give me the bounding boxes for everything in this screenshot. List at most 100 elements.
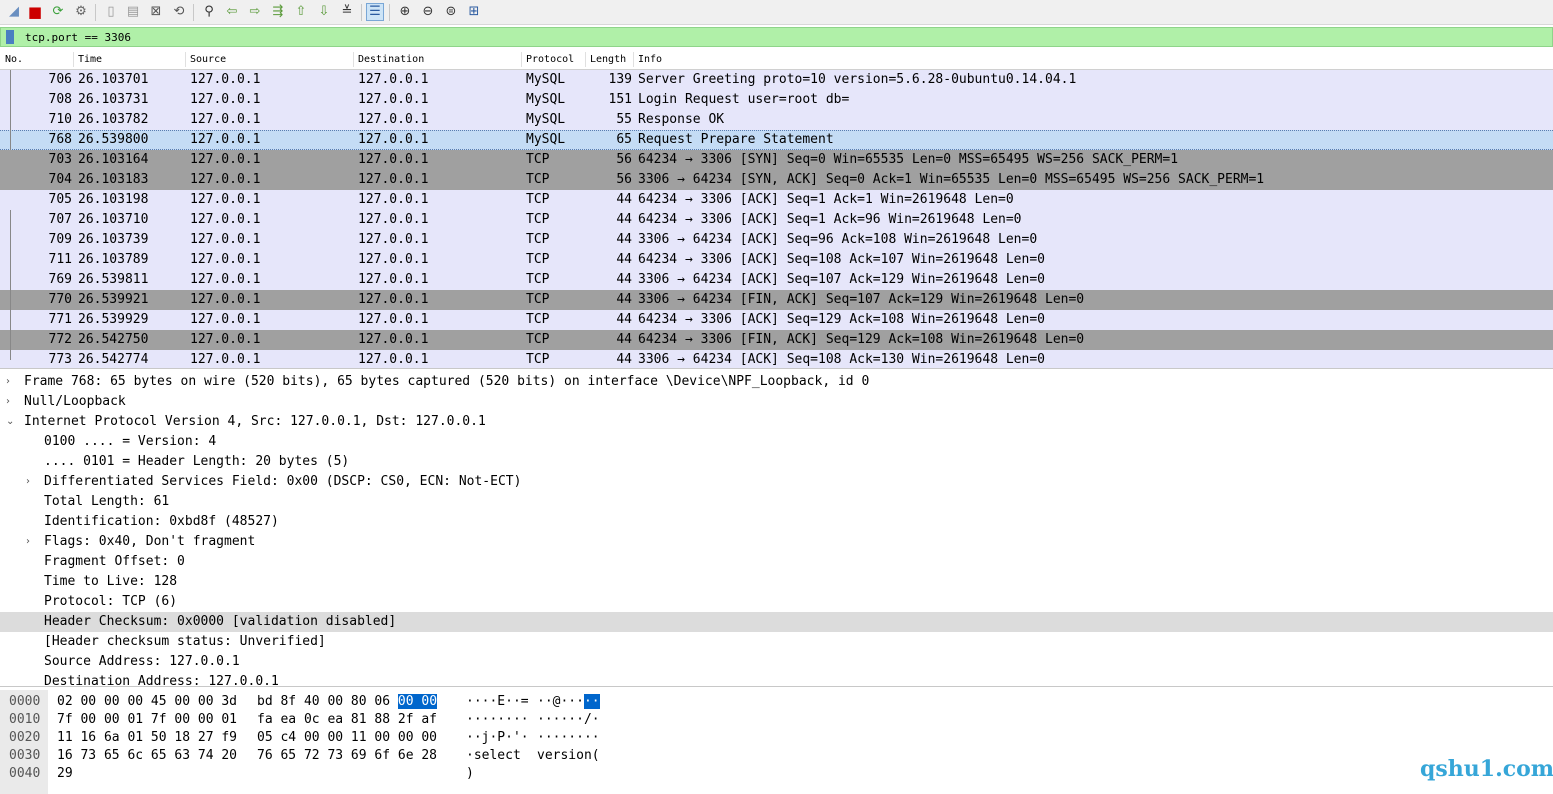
first-icon[interactable]: ⇧ (292, 3, 310, 21)
packet-details[interactable]: › Frame 768: 65 bytes on wire (520 bits),… (0, 372, 1553, 687)
column-header-source[interactable]: Source (190, 52, 354, 67)
expanded-arrow-icon[interactable]: ⌄ (6, 412, 14, 432)
last-icon[interactable]: ⇩ (315, 3, 333, 21)
packet-proto: MySQL (526, 112, 566, 127)
detail-row[interactable]: Header Checksum: 0x0000 [validation disa… (0, 612, 1553, 632)
packet-row[interactable]: 704 26.103183 127.0.0.1 127.0.0.1 TCP 56 3306 … (0, 170, 1553, 190)
back-icon[interactable]: ⇦ (223, 3, 241, 21)
detail-row[interactable]: Identification: 0xbd8f (48527) (0, 512, 1553, 532)
open-icon[interactable]: ▯ (102, 3, 120, 21)
detail-row[interactable]: [Header checksum status: Unverified] (0, 632, 1553, 652)
byte-offset[interactable]: 0040 (9, 765, 40, 783)
hex-bytes[interactable]: 02 00 00 00 45 00 00 3d (57, 693, 237, 711)
hex-bytes[interactable]: 29 (57, 765, 73, 783)
detail-row[interactable]: Fragment Offset: 0 (0, 552, 1553, 572)
byte-offset[interactable]: 0030 (9, 747, 40, 765)
ascii-bytes[interactable]: ········ (466, 711, 529, 729)
collapsed-arrow-icon[interactable]: › (6, 392, 10, 412)
packet-row[interactable]: 705 26.103198 127.0.0.1 127.0.0.1 TCP 44 64234… (0, 190, 1553, 210)
selected-hex-bytes[interactable]: 00 00 (397, 694, 438, 709)
detail-row[interactable]: Protocol: TCP (6) (0, 592, 1553, 612)
shark-fin-icon[interactable]: ◢ (5, 3, 23, 21)
packet-row[interactable]: 707 26.103710 127.0.0.1 127.0.0.1 TCP 44 64234… (0, 210, 1553, 230)
column-header-protocol[interactable]: Protocol (526, 52, 586, 67)
packet-row[interactable]: 773 26.542774 127.0.0.1 127.0.0.1 TCP 44 3306 … (0, 350, 1553, 368)
packet-dst: 127.0.0.1 (358, 172, 429, 187)
bookmark-icon[interactable] (6, 30, 14, 44)
packet-bytes[interactable]: 0000 02 00 00 00 45 00 00 3d bd 8f 40 00 8… (0, 690, 1553, 794)
find-icon[interactable]: ⚲ (200, 3, 218, 21)
resize-columns-icon[interactable]: ⊞ (465, 3, 483, 21)
byte-offset[interactable]: 0010 (9, 711, 40, 729)
zoom-normal-icon[interactable]: ⊜ (442, 3, 460, 21)
hex-bytes[interactable]: bd 8f 40 00 80 06 (257, 694, 390, 709)
ascii-bytes[interactable]: ········ (537, 730, 600, 745)
collapsed-arrow-icon[interactable]: › (6, 372, 10, 392)
packet-row[interactable]: 772 26.542750 127.0.0.1 127.0.0.1 TCP 44 64234… (0, 330, 1553, 350)
forward-icon[interactable]: ⇨ (246, 3, 264, 21)
column-header-no[interactable]: No. (5, 52, 74, 67)
ascii-bytes[interactable]: ) (466, 765, 474, 783)
close-file-icon[interactable]: ⊠ (147, 3, 165, 21)
byte-offset[interactable]: 0000 (9, 693, 40, 711)
display-filter-bar[interactable]: tcp.port == 3306 (0, 27, 1553, 47)
detail-text: Flags: 0x40, Don't fragment (44, 534, 256, 549)
packet-row[interactable]: 708 26.103731 127.0.0.1 127.0.0.1 MySQL 151 Lo… (0, 90, 1553, 110)
ascii-bytes[interactable]: ··j·P·'· (466, 729, 529, 747)
ascii-bytes[interactable]: version( (537, 748, 600, 763)
detail-row[interactable]: › Differentiated Services Field: 0x00 (DS… (0, 472, 1553, 492)
detail-row[interactable]: .... 0101 = Header Length: 20 bytes (5) (0, 452, 1553, 472)
column-header-time[interactable]: Time (78, 52, 186, 67)
zoom-in-icon[interactable]: ⊕ (396, 3, 414, 21)
column-header-length[interactable]: Length (590, 52, 634, 67)
column-header-destination[interactable]: Destination (358, 52, 522, 67)
packet-row[interactable]: 769 26.539811 127.0.0.1 127.0.0.1 TCP 44 3306 … (0, 270, 1553, 290)
detail-row[interactable]: 0100 .... = Version: 4 (0, 432, 1553, 452)
reload-icon[interactable]: ⟲ (170, 3, 188, 21)
collapsed-arrow-icon[interactable]: › (26, 532, 30, 552)
byte-offset[interactable]: 0020 (9, 729, 40, 747)
packet-row[interactable]: 768 26.539800 127.0.0.1 127.0.0.1 MySQL 65 Req… (0, 130, 1553, 150)
column-header-info[interactable]: Info (638, 52, 1538, 67)
selected-ascii-bytes[interactable]: ·· (583, 694, 600, 709)
goto-icon[interactable]: ⇶ (269, 3, 287, 21)
ascii-bytes[interactable]: ··@··· (537, 694, 584, 709)
colorize-icon[interactable]: ☰ (366, 3, 384, 21)
packet-row[interactable]: 706 26.103701 127.0.0.1 127.0.0.1 MySQL 139 Se… (0, 70, 1553, 90)
stop-icon[interactable]: ■ (26, 3, 44, 21)
hex-bytes[interactable]: 16 73 65 6c 65 63 74 20 (57, 747, 237, 765)
detail-row[interactable]: › Frame 768: 65 bytes on wire (520 bits),… (0, 372, 1553, 392)
packet-row[interactable]: 711 26.103789 127.0.0.1 127.0.0.1 TCP 44 64234… (0, 250, 1553, 270)
ascii-bytes[interactable]: ······/· (537, 712, 600, 727)
packet-row[interactable]: 703 26.103164 127.0.0.1 127.0.0.1 TCP 56 64234… (0, 150, 1553, 170)
detail-row[interactable]: Total Length: 61 (0, 492, 1553, 512)
autoscroll-icon[interactable]: ≚ (338, 3, 356, 21)
detail-row[interactable]: › Null/Loopback (0, 392, 1553, 412)
packet-src: 127.0.0.1 (190, 172, 261, 187)
hex-bytes[interactable]: 76 65 72 73 69 6f 6e 28 (257, 748, 437, 763)
packet-time: 26.542774 (78, 352, 149, 367)
packet-row[interactable]: 771 26.539929 127.0.0.1 127.0.0.1 TCP 44 64234… (0, 310, 1553, 330)
display-filter-input[interactable]: tcp.port == 3306 (25, 30, 131, 45)
detail-row[interactable]: ⌄ Internet Protocol Version 4, Src: 127.0… (0, 412, 1553, 432)
hex-bytes[interactable]: 05 c4 00 00 11 00 00 00 (257, 730, 437, 745)
hex-bytes[interactable]: 7f 00 00 01 7f 00 00 01 (57, 711, 237, 729)
detail-row[interactable]: Source Address: 127.0.0.1 (0, 652, 1553, 672)
collapsed-arrow-icon[interactable]: › (26, 472, 30, 492)
packet-row[interactable]: 709 26.103739 127.0.0.1 127.0.0.1 TCP 44 3306 … (0, 230, 1553, 250)
packet-list[interactable]: No. Time Source Destination Protocol Len… (0, 50, 1553, 369)
restart-icon[interactable]: ⟳ (49, 3, 67, 21)
ascii-bytes[interactable]: ····E··= (466, 693, 529, 711)
detail-row[interactable]: Destination Address: 127.0.0.1 (0, 672, 1553, 686)
ascii-bytes[interactable]: ·select (466, 747, 521, 765)
packet-no: 769 (48, 272, 72, 287)
detail-row[interactable]: Time to Live: 128 (0, 572, 1553, 592)
options-icon[interactable]: ⚙ (72, 3, 90, 21)
detail-row[interactable]: › Flags: 0x40, Don't fragment (0, 532, 1553, 552)
hex-bytes[interactable]: fa ea 0c ea 81 88 2f af (257, 712, 437, 727)
save-icon[interactable]: ▤ (124, 3, 142, 21)
hex-bytes[interactable]: 11 16 6a 01 50 18 27 f9 (57, 729, 237, 747)
packet-row[interactable]: 710 26.103782 127.0.0.1 127.0.0.1 MySQL 55 Res… (0, 110, 1553, 130)
packet-row[interactable]: 770 26.539921 127.0.0.1 127.0.0.1 TCP 44 3306 … (0, 290, 1553, 310)
zoom-out-icon[interactable]: ⊖ (419, 3, 437, 21)
